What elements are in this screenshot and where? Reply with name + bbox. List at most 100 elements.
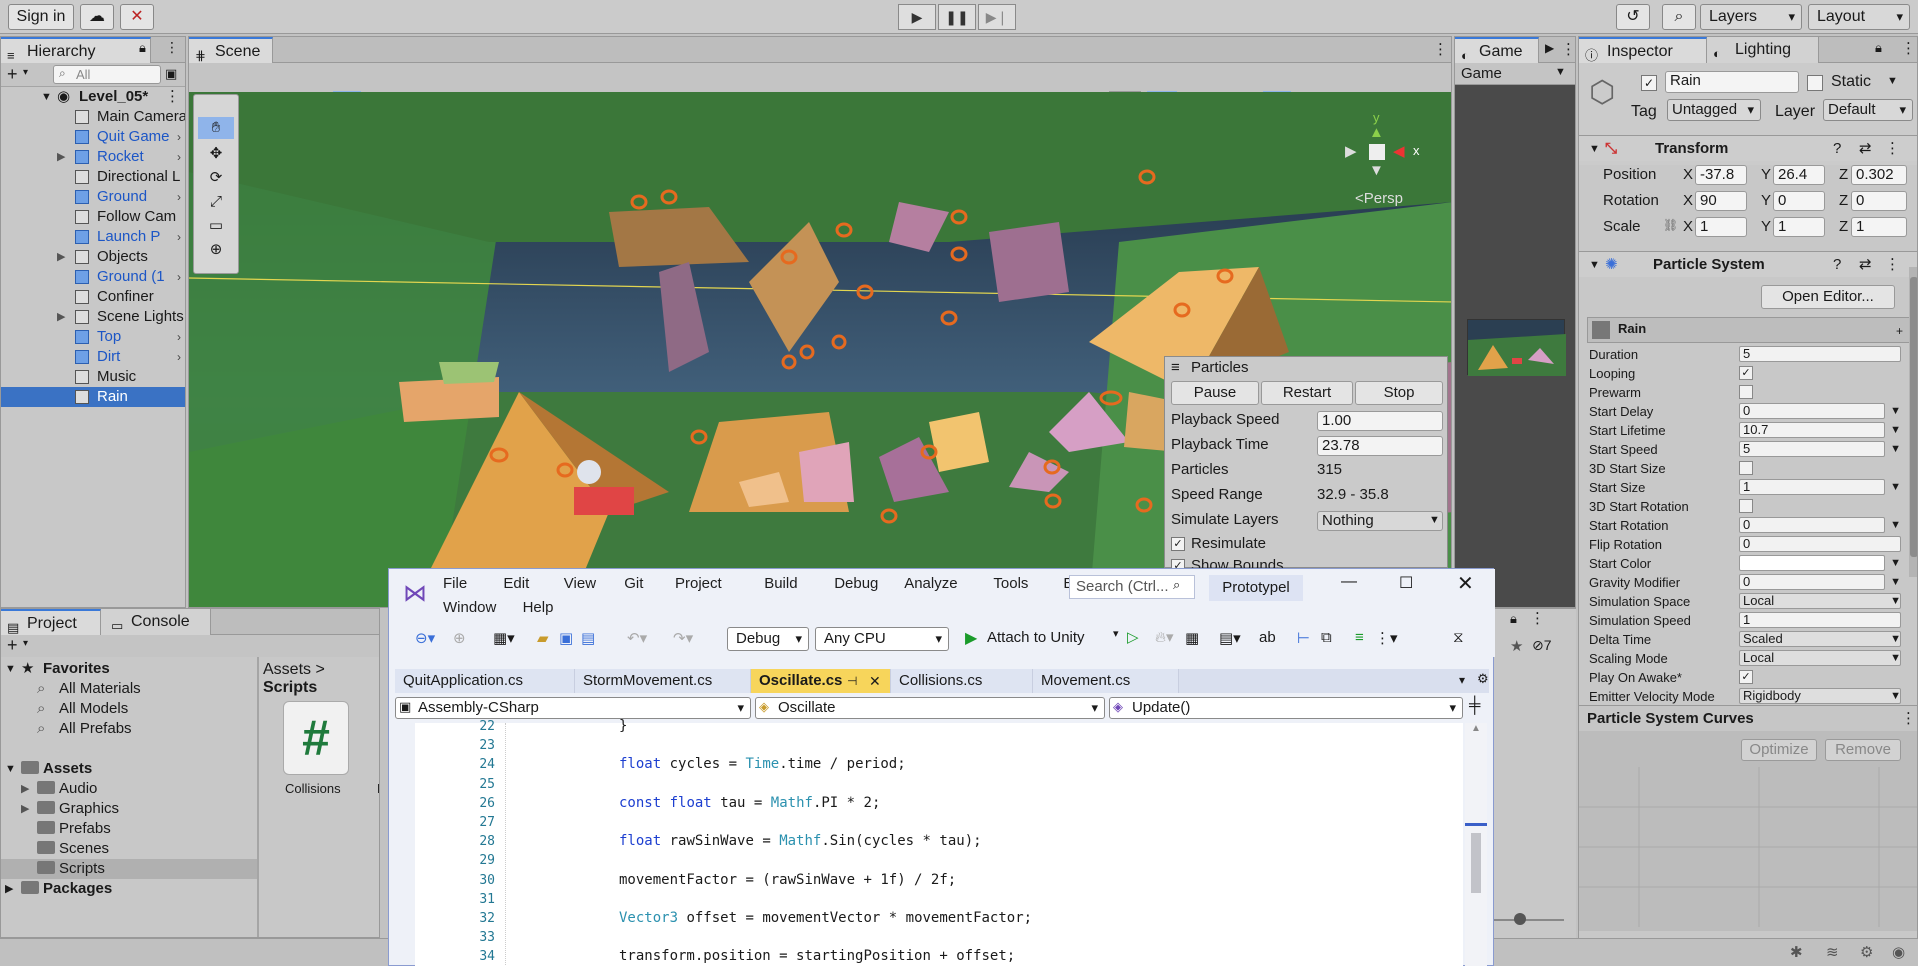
expand-arrow-icon[interactable]: ▶ bbox=[21, 779, 29, 799]
asset-folder-item[interactable]: ▶ Audio bbox=[1, 779, 257, 799]
pause-button[interactable]: ❚❚ bbox=[938, 4, 976, 30]
hierarchy-item[interactable]: Ground (1 › bbox=[1, 267, 185, 287]
chevron-down-icon[interactable]: ▾ bbox=[1459, 673, 1465, 687]
expand-arrow-icon[interactable]: ▶ bbox=[57, 147, 65, 167]
vs-menu-item[interactable]: Window bbox=[443, 599, 496, 616]
expand-arrow-icon[interactable]: ▼ bbox=[5, 759, 16, 779]
hand-tool-icon[interactable]: ✋︎ bbox=[198, 117, 234, 139]
chevron-down-icon[interactable]: ▼ bbox=[1890, 421, 1901, 440]
scroll-up-icon[interactable]: ▲ bbox=[1471, 723, 1481, 734]
vs-file-tab[interactable]: Collisions.cs bbox=[891, 669, 1033, 693]
favorite-item[interactable]: ⌕ All Materials bbox=[1, 679, 257, 699]
redo-icon[interactable]: ↷▾ bbox=[673, 629, 693, 647]
property-checkbox[interactable]: ✓ bbox=[1739, 366, 1753, 380]
lock-icon[interactable]: 🔒︎ bbox=[1510, 611, 1517, 627]
scale-tool-icon[interactable]: ⤢ bbox=[198, 191, 234, 213]
vs-menu-item[interactable]: File bbox=[443, 575, 467, 592]
forward-icon[interactable]: ⊕ bbox=[453, 629, 466, 647]
position-x-input[interactable]: -37.8 bbox=[1695, 165, 1747, 185]
new-item-icon[interactable]: ▦▾ bbox=[493, 629, 515, 647]
lock-icon[interactable]: 🔒︎ bbox=[1875, 40, 1882, 56]
chevron-right-icon[interactable]: › bbox=[177, 347, 181, 367]
chevron-down-icon[interactable]: ▼ bbox=[1887, 75, 1898, 87]
active-checkbox[interactable]: ✓ bbox=[1641, 75, 1657, 91]
preset-icon[interactable]: ⇄ bbox=[1859, 136, 1872, 162]
file-label[interactable]: M bbox=[377, 781, 379, 796]
chevron-down-icon[interactable]: ▼ bbox=[1890, 649, 1901, 668]
chevron-down-icon[interactable]: ▼ bbox=[1890, 516, 1901, 535]
hierarchy-item[interactable]: Quit Game › bbox=[1, 127, 185, 147]
expand-arrow-icon[interactable]: ▶ bbox=[57, 307, 65, 327]
chevron-down-icon[interactable]: ▼ bbox=[1890, 440, 1901, 459]
scrollbar-thumb[interactable] bbox=[1910, 277, 1917, 557]
spell-check-icon[interactable]: ab bbox=[1259, 629, 1276, 646]
rotation-y-input[interactable]: 0 bbox=[1773, 191, 1825, 211]
module-header[interactable]: Rain + bbox=[1587, 317, 1911, 343]
expand-arrow-icon[interactable]: ▶ bbox=[57, 247, 65, 267]
optimize-button[interactable]: Optimize bbox=[1741, 739, 1817, 761]
vs-menu-item[interactable]: Debug bbox=[834, 575, 878, 592]
eye-icon[interactable]: ◉ bbox=[1892, 943, 1905, 961]
static-checkbox[interactable] bbox=[1807, 75, 1823, 91]
layer-dropdown[interactable]: Default bbox=[1823, 99, 1913, 121]
kebab-menu-icon[interactable]: ⋮ bbox=[1561, 40, 1575, 58]
property-input[interactable]: 0 bbox=[1739, 517, 1885, 533]
assets-row[interactable]: ▼ Assets bbox=[1, 759, 257, 779]
scrollbar-thumb[interactable] bbox=[1471, 833, 1481, 893]
close-icon[interactable]: ✕ bbox=[869, 669, 881, 693]
undo-icon[interactable]: ↶▾ bbox=[627, 629, 647, 647]
settings-icon[interactable]: ⚙ bbox=[1477, 671, 1489, 687]
start-without-debug-icon[interactable]: ▷ bbox=[1127, 628, 1139, 646]
inspector-scrollbar[interactable] bbox=[1909, 267, 1917, 577]
property-input[interactable]: 5 bbox=[1739, 346, 1901, 362]
property-input[interactable]: 5 bbox=[1739, 441, 1885, 457]
open-folder-icon[interactable]: ▰ bbox=[537, 629, 549, 647]
script-file-icon[interactable]: # bbox=[283, 701, 349, 775]
add-icon[interactable]: + bbox=[7, 64, 18, 85]
script-file-icon[interactable] bbox=[379, 701, 380, 775]
hierarchy-item[interactable]: ▶ Objects bbox=[1, 247, 185, 267]
asset-folder-item[interactable]: ▶ Graphics bbox=[1, 799, 257, 819]
vs-file-tab[interactable]: QuitApplication.cs bbox=[395, 669, 575, 693]
property-dropdown[interactable]: Rigidbody bbox=[1739, 688, 1901, 704]
pin-icon[interactable]: ⊣ bbox=[847, 669, 857, 693]
display-dropdown[interactable]: Game bbox=[1461, 65, 1502, 82]
vs-menu-item[interactable]: View bbox=[564, 575, 596, 592]
vs-menu-item[interactable]: Git bbox=[624, 575, 643, 592]
hierarchy-item[interactable]: Follow Cam bbox=[1, 207, 185, 227]
hierarchy-item[interactable]: Dirt › bbox=[1, 347, 185, 367]
hidden-count[interactable]: ⊘7 bbox=[1532, 637, 1552, 654]
property-dropdown[interactable]: Local bbox=[1739, 593, 1901, 609]
help-icon[interactable]: ? bbox=[1833, 136, 1841, 162]
property-input[interactable]: 0 bbox=[1739, 403, 1885, 419]
solution-name[interactable]: Prototypel bbox=[1209, 575, 1303, 601]
tag-dropdown[interactable]: Untagged bbox=[1667, 99, 1761, 121]
config-dropdown[interactable]: Debug bbox=[727, 627, 809, 651]
tab-lighting[interactable]: ◐ Lighting bbox=[1707, 37, 1819, 63]
kebab-menu-icon[interactable]: ⋮ bbox=[1901, 706, 1916, 732]
expand-arrow-icon[interactable]: ▼ bbox=[5, 659, 16, 679]
kebab-menu-icon[interactable]: ⋮ bbox=[1885, 136, 1900, 162]
scale-x-input[interactable]: 1 bbox=[1695, 217, 1747, 237]
vs-file-tab[interactable]: Oscillate.cs ⊣ ✕ bbox=[751, 669, 891, 693]
database-icon[interactable]: ≋ bbox=[1826, 943, 1839, 961]
zoom-slider-handle[interactable] bbox=[1514, 913, 1526, 925]
chevron-down-icon[interactable]: ▼ bbox=[1555, 66, 1566, 78]
particle-system-header[interactable]: ▼ ✺ Particle System ? ⇄ ⋮ bbox=[1579, 251, 1917, 277]
filter-icon[interactable]: ▣ bbox=[165, 66, 177, 82]
tab-game[interactable]: ◐ Game bbox=[1455, 37, 1539, 63]
tab-hierarchy[interactable]: ≡ Hierarchy bbox=[1, 37, 151, 63]
move-tool-icon[interactable]: ✥ bbox=[198, 143, 234, 165]
lock-icon[interactable]: 🔒︎ bbox=[139, 40, 146, 56]
stat-value[interactable]: 1.00 bbox=[1317, 411, 1443, 431]
favorite-item[interactable]: ⌕ All Models bbox=[1, 699, 257, 719]
code-scrollbar[interactable]: ▲ bbox=[1465, 723, 1487, 966]
gizmo-x-cone-icon[interactable]: ◀ bbox=[1393, 142, 1405, 160]
splitter[interactable] bbox=[257, 657, 259, 937]
hierarchy-item[interactable]: ▶ Scene Lights bbox=[1, 307, 185, 327]
collab-icon[interactable]: ✕ bbox=[120, 4, 154, 30]
chevron-right-icon[interactable]: › bbox=[177, 147, 181, 167]
property-input[interactable]: 10.7 bbox=[1739, 422, 1885, 438]
chevron-down-icon[interactable]: ▼ bbox=[1890, 478, 1901, 497]
kebab-menu-icon[interactable]: ⋮ bbox=[1885, 252, 1900, 278]
